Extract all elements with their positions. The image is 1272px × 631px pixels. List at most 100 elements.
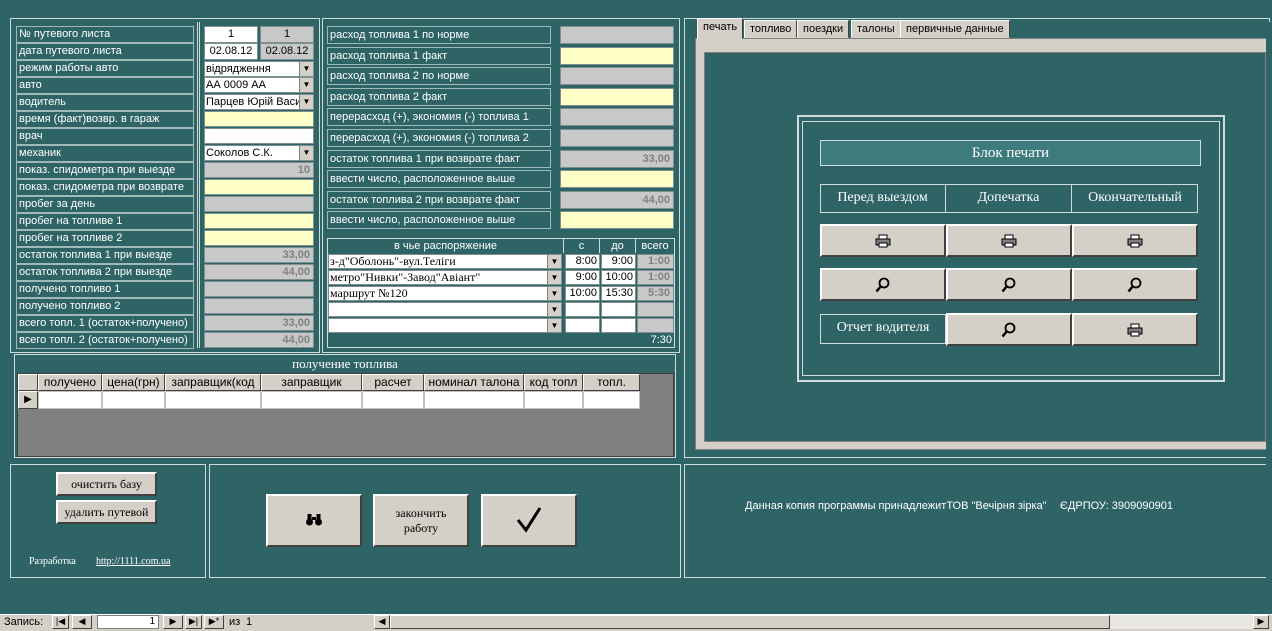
- trip-from-field[interactable]: 9:00: [565, 270, 600, 285]
- mileage-fuel1-field[interactable]: [204, 213, 314, 229]
- chevron-down-icon[interactable]: ▼: [547, 303, 561, 316]
- fuel-label: остаток топлива 1 при возврате факт: [327, 149, 551, 168]
- tab-coupons[interactable]: талоны: [851, 20, 901, 38]
- grid-cell[interactable]: [524, 391, 583, 409]
- grid-cell[interactable]: [38, 391, 102, 409]
- return-time-field[interactable]: [204, 111, 314, 127]
- chevron-down-icon[interactable]: ▼: [547, 319, 561, 332]
- field-label: № путевого листа: [16, 26, 194, 43]
- fuel-value-field[interactable]: [560, 46, 674, 65]
- trip-destination-select[interactable]: ▼: [328, 302, 562, 317]
- delete-waybill-button[interactable]: удалить путевой: [56, 500, 157, 524]
- trip-to-field[interactable]: [601, 318, 636, 333]
- trips-header-to: до: [600, 239, 636, 253]
- trip-destination-select[interactable]: метро"Нивки"-Завод"Авіант" ▼: [328, 270, 562, 285]
- fuel-label: перерасход (+), экономия (-) топлива 1: [327, 108, 551, 127]
- field-label: механик: [16, 145, 194, 162]
- trip-destination-select[interactable]: ▼: [328, 318, 562, 333]
- trips-total-row: 7:30: [328, 334, 674, 347]
- tab-print[interactable]: печать: [697, 18, 744, 39]
- preview-additional-button[interactable]: [946, 268, 1072, 301]
- trip-total-field: [637, 318, 674, 333]
- chevron-down-icon[interactable]: ▼: [547, 271, 561, 284]
- tab-fuel[interactable]: топливо: [744, 20, 798, 38]
- preview-before-departure-button[interactable]: [820, 268, 946, 301]
- chevron-down-icon[interactable]: ▼: [299, 146, 313, 160]
- printer-icon: [875, 234, 891, 251]
- prev-record-button[interactable]: ◀: [72, 615, 92, 629]
- tab-primary-data[interactable]: первичные данные: [900, 20, 1010, 38]
- col-additional-print: Допечатка: [946, 185, 1072, 212]
- doctor-field[interactable]: [204, 128, 314, 144]
- preview-final-button[interactable]: [1072, 268, 1198, 301]
- waybill-number-prev-field: 1: [260, 26, 314, 43]
- chevron-down-icon[interactable]: ▼: [547, 255, 561, 268]
- fuel2-out-field: 44,00: [204, 264, 314, 280]
- fuel-receipt-title: получение топлива: [292, 356, 398, 371]
- trip-from-field[interactable]: [565, 318, 600, 333]
- trip-from-field[interactable]: 8:00: [565, 254, 600, 269]
- first-record-button[interactable]: |◀: [52, 615, 69, 629]
- fuel-value-field[interactable]: [560, 170, 674, 189]
- developer-link[interactable]: http://1111.com.ua: [96, 556, 170, 567]
- trip-total-field: [637, 302, 674, 317]
- fuel-value-field: [560, 108, 674, 127]
- finish-work-button[interactable]: закончить работу: [373, 494, 469, 547]
- scroll-left-button[interactable]: ◀: [374, 615, 390, 629]
- print-additional-button[interactable]: [946, 224, 1072, 257]
- fuel-label: ввести число, расположенное выше: [327, 211, 551, 230]
- trip-to-field[interactable]: 10:00: [601, 270, 636, 285]
- chevron-down-icon[interactable]: ▼: [547, 287, 561, 300]
- fuel-value-field: [560, 129, 674, 147]
- grid-cell[interactable]: [102, 391, 165, 409]
- print-before-departure-button[interactable]: [820, 224, 946, 257]
- grid-cell[interactable]: [165, 391, 261, 409]
- new-record-button[interactable]: ▶*: [204, 615, 224, 629]
- car-select[interactable]: АА 0009 АА ▼: [204, 77, 314, 93]
- next-record-button[interactable]: ▶: [163, 615, 183, 629]
- odometer-return-field[interactable]: [204, 179, 314, 195]
- grid-column-header: цена(грн): [102, 374, 165, 391]
- chevron-down-icon[interactable]: ▼: [299, 95, 313, 109]
- last-record-button[interactable]: ▶|: [185, 615, 202, 629]
- confirm-button[interactable]: [481, 494, 577, 547]
- mechanic-select[interactable]: Соколов С.К. ▼: [204, 145, 314, 161]
- preview-driver-report-button[interactable]: [946, 313, 1072, 346]
- work-mode-select[interactable]: відрядження ▼: [204, 61, 314, 77]
- mileage-fuel2-field[interactable]: [204, 230, 314, 246]
- tab-trips[interactable]: поездки: [797, 20, 850, 38]
- trip-destination-select[interactable]: з-д"Оболонь"-вул.Теліги ▼: [328, 254, 562, 269]
- print-final-button[interactable]: [1072, 224, 1198, 257]
- scroll-thumb[interactable]: [390, 615, 1110, 629]
- field-label: врач: [16, 128, 194, 145]
- find-button[interactable]: [266, 494, 362, 547]
- grid-cell[interactable]: [424, 391, 524, 409]
- trip-to-field[interactable]: 15:30: [601, 286, 636, 301]
- trip-destination-select[interactable]: маршрут №120 ▼: [328, 286, 562, 301]
- waybill-number-field[interactable]: 1: [204, 26, 258, 43]
- total-records: 1: [246, 616, 253, 628]
- vertical-scrollbar[interactable]: [1266, 22, 1272, 612]
- current-record-input[interactable]: 1: [97, 615, 159, 629]
- field-label: получено топливо 1: [16, 281, 194, 298]
- bottom-right-panel: [684, 464, 1270, 578]
- fuel-value-field[interactable]: [560, 211, 674, 230]
- trip-to-field[interactable]: [601, 302, 636, 317]
- grid-cell[interactable]: [583, 391, 640, 409]
- chevron-down-icon[interactable]: ▼: [299, 62, 313, 76]
- fuel-value-field[interactable]: [560, 87, 674, 106]
- print-driver-report-button[interactable]: [1072, 313, 1198, 346]
- grid-cell[interactable]: [261, 391, 362, 409]
- trips-header-total: всего: [641, 240, 669, 252]
- trip-from-field[interactable]: 10:00: [565, 286, 600, 301]
- driver-select[interactable]: Парцев Юрій Васи ▼: [204, 94, 314, 110]
- row-selector[interactable]: ▶: [18, 391, 38, 409]
- trip-to-field[interactable]: 9:00: [601, 254, 636, 269]
- scroll-right-button[interactable]: ▶: [1253, 615, 1269, 629]
- grid-cell[interactable]: [362, 391, 424, 409]
- trip-from-field[interactable]: [565, 302, 600, 317]
- magnifier-icon: [1001, 322, 1017, 341]
- waybill-date-field[interactable]: 02.08.12: [204, 43, 258, 60]
- clear-database-button[interactable]: очистить базу: [56, 472, 157, 496]
- chevron-down-icon[interactable]: ▼: [299, 78, 313, 92]
